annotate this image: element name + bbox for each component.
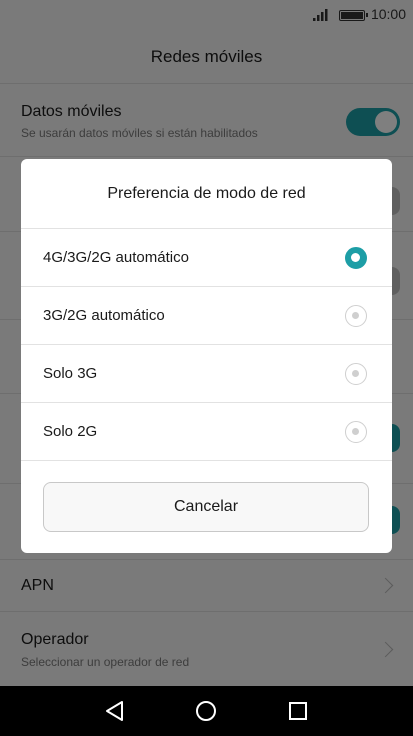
option-4g-3g-2g[interactable]: 4G/3G/2G automático <box>21 229 392 287</box>
radio-unselected-icon[interactable] <box>345 421 367 443</box>
recents-icon[interactable] <box>286 699 310 723</box>
option-3g-2g[interactable]: 3G/2G automático <box>21 287 392 345</box>
back-icon[interactable] <box>103 699 127 723</box>
option-solo-3g[interactable]: Solo 3G <box>21 345 392 403</box>
option-label: 4G/3G/2G automático <box>43 249 189 266</box>
option-label: 3G/2G automático <box>43 307 165 324</box>
cancel-button[interactable]: Cancelar <box>43 482 369 532</box>
radio-unselected-icon[interactable] <box>345 305 367 327</box>
network-mode-dialog: Preferencia de modo de red 4G/3G/2G auto… <box>21 159 392 553</box>
home-icon[interactable] <box>194 699 218 723</box>
dialog-title: Preferencia de modo de red <box>21 159 392 229</box>
option-label: Solo 2G <box>43 423 98 440</box>
radio-unselected-icon[interactable] <box>345 363 367 385</box>
navigation-bar <box>0 686 413 736</box>
option-label: Solo 3G <box>43 365 98 382</box>
radio-selected-icon[interactable] <box>345 247 367 269</box>
option-solo-2g[interactable]: Solo 2G <box>21 403 392 461</box>
